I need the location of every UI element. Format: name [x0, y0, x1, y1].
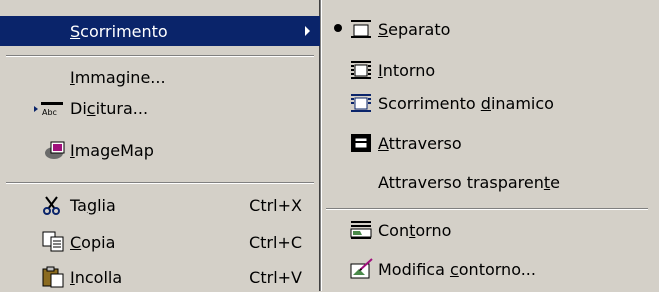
menu-item-scorrimento-dinamico[interactable]: Scorrimento dinamico — [322, 88, 659, 118]
wrap-around-icon — [351, 61, 371, 79]
menu-item-modifica-contorno[interactable]: Modifica contorno... — [322, 254, 659, 284]
menu-item-intorno[interactable]: Intorno — [322, 55, 659, 85]
shortcut-label: Ctrl+C — [248, 232, 302, 252]
contour-icon — [350, 221, 372, 239]
menu-item-copia[interactable]: Copia Ctrl+C — [0, 227, 320, 257]
wrap-none-icon — [351, 20, 371, 38]
imagemap-icon — [45, 141, 65, 159]
caption-icon: Abc — [34, 102, 63, 116]
menu-item-label: Incolla — [70, 267, 123, 287]
menu-item-imagemap[interactable]: ImageMap — [0, 135, 320, 165]
menu-item-label: ImageMap — [70, 140, 154, 160]
menu-item-separato[interactable]: Separato — [322, 14, 659, 44]
menu-item-label: Taglia — [70, 195, 116, 215]
menu-item-label: Scorrimento — [70, 21, 168, 41]
menu-item-label: Dicitura... — [70, 98, 149, 118]
menu-separator — [6, 55, 314, 57]
radio-bullet-icon — [334, 24, 342, 32]
menu-separator — [6, 182, 314, 184]
menu-item-immagine[interactable]: Immagine... — [0, 62, 320, 92]
menu-item-taglia[interactable]: Taglia Ctrl+X — [0, 190, 320, 220]
scissors-icon — [43, 196, 60, 215]
paste-icon — [42, 266, 64, 288]
menu-separator — [326, 208, 648, 210]
menu-item-label: Copia — [70, 232, 116, 252]
context-menu: Scorrimento Immagine... Abc Dicitura... … — [0, 0, 321, 291]
menu-item-label: Contorno — [378, 220, 452, 240]
svg-text:Abc: Abc — [42, 108, 57, 116]
menu-item-attraverso[interactable]: Attraverso — [322, 128, 659, 158]
menu-item-label: Attraverso — [378, 133, 462, 153]
menu-item-scorrimento[interactable]: Scorrimento — [0, 16, 320, 46]
menu-item-label: Separato — [378, 19, 451, 39]
edit-contour-icon — [350, 258, 373, 279]
shortcut-label: Ctrl+X — [249, 195, 302, 215]
menu-item-label: Immagine... — [70, 67, 166, 87]
copy-icon — [42, 231, 64, 252]
menu-item-incolla[interactable]: Incolla Ctrl+V — [0, 262, 320, 292]
wrap-through-icon — [351, 134, 371, 152]
menu-item-label: Modifica contorno... — [378, 259, 536, 279]
menu-item-contorno[interactable]: Contorno — [322, 215, 659, 245]
menu-item-label: Attraverso trasparente — [378, 172, 560, 192]
shortcut-label: Ctrl+V — [249, 267, 302, 287]
submenu-scorrimento: Separato Intorno Scorrimento dinamico At… — [321, 0, 659, 291]
menu-item-attraverso-trasparente[interactable]: Attraverso trasparente — [322, 167, 659, 197]
menu-item-label: Scorrimento dinamico — [378, 93, 554, 113]
submenu-arrow-icon — [305, 26, 310, 36]
menu-item-dicitura[interactable]: Abc Dicitura... — [0, 93, 320, 123]
menu-item-label: Intorno — [378, 60, 436, 80]
wrap-dynamic-icon — [351, 94, 371, 112]
